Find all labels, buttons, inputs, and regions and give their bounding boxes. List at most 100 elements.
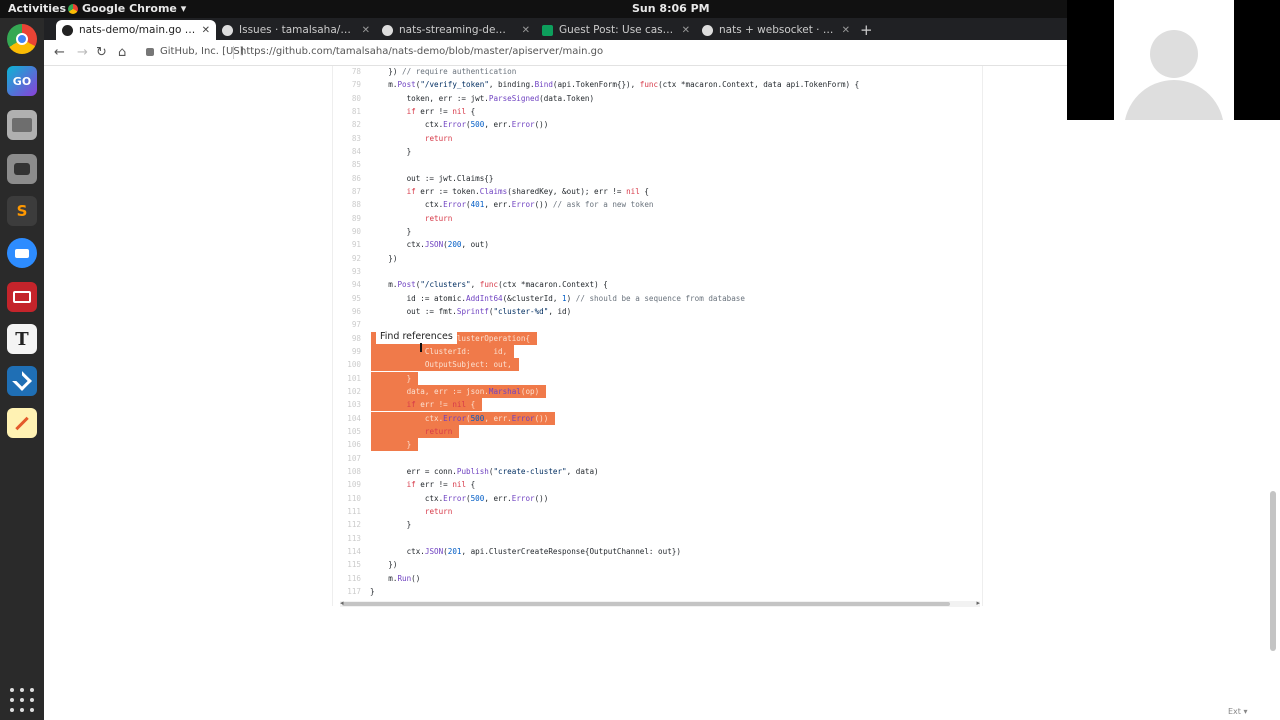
tab-nats-demo-main[interactable]: nats-demo/main.go at m ✕ — [56, 20, 216, 40]
code-line[interactable]: 110 ctx.Error(500, err.Error()) — [333, 492, 984, 505]
tab-guest-post[interactable]: Guest Post: Use cases for ✕ — [536, 20, 696, 40]
code-line[interactable]: 100 OutputSubject: out, — [333, 358, 984, 372]
code-line[interactable]: 117} — [333, 585, 984, 598]
back-icon[interactable]: ← — [54, 45, 65, 60]
line-number[interactable]: 81 — [335, 105, 361, 118]
forward-icon[interactable]: → — [77, 45, 88, 60]
app-menu[interactable]: Google Chrome ▾ — [68, 2, 186, 15]
scroll-left-icon[interactable]: ◂ — [340, 599, 344, 607]
notes-icon[interactable] — [7, 408, 37, 438]
line-number[interactable]: 96 — [335, 305, 361, 318]
close-icon[interactable]: ✕ — [522, 25, 530, 36]
sublime-icon[interactable]: S — [7, 196, 37, 226]
line-number[interactable]: 98 — [335, 332, 361, 345]
tab-issues-kube[interactable]: Issues · tamalsaha/kube- ✕ — [216, 20, 376, 40]
vscode-icon[interactable] — [7, 366, 37, 396]
code-line[interactable]: 109 if err != nil { — [333, 478, 984, 491]
line-number[interactable]: 94 — [335, 278, 361, 291]
tab-nats-streaming-demos[interactable]: nats-streaming-demos · I ✕ — [376, 20, 536, 40]
code-line[interactable]: 108 err = conn.Publish("create-cluster",… — [333, 465, 984, 478]
line-number[interactable]: 102 — [335, 385, 361, 398]
close-icon[interactable]: ✕ — [202, 25, 210, 36]
line-number[interactable]: 114 — [335, 545, 361, 558]
code-line[interactable]: 94 m.Post("/clusters", func(ctx *macaron… — [333, 278, 984, 291]
line-number[interactable]: 89 — [335, 212, 361, 225]
code-line[interactable]: 91 ctx.JSON(200, out) — [333, 238, 984, 251]
line-number[interactable]: 97 — [335, 318, 361, 331]
line-number[interactable]: 101 — [335, 372, 361, 385]
line-number[interactable]: 90 — [335, 225, 361, 238]
code-line[interactable]: 82 ctx.Error(500, err.Error()) — [333, 118, 984, 131]
clock[interactable]: Sun 8:06 PM — [632, 2, 710, 15]
horizontal-scroll-thumb[interactable] — [342, 602, 950, 606]
code-line[interactable]: 83 return — [333, 132, 984, 145]
code-line[interactable]: 81 if err != nil { — [333, 105, 984, 118]
code-line[interactable]: 80 token, err := jwt.ParseSigned(data.To… — [333, 92, 984, 105]
tab-nats-websocket[interactable]: nats + websocket · Issue # ✕ — [696, 20, 856, 40]
site-identity[interactable]: GitHub, Inc. [US] — [160, 46, 244, 57]
code-line[interactable]: 103 if err != nil { — [333, 398, 984, 412]
code-line[interactable]: 116 m.Run() — [333, 572, 984, 585]
code-line[interactable]: 93 — [333, 265, 984, 278]
code-line[interactable]: 112 } — [333, 518, 984, 531]
code-line[interactable]: 86 out := jwt.Claims{} — [333, 172, 984, 185]
line-number[interactable]: 88 — [335, 198, 361, 211]
code-line[interactable]: 113 — [333, 532, 984, 545]
chrome-icon[interactable] — [7, 24, 37, 54]
code-line[interactable]: 89 return — [333, 212, 984, 225]
code-line[interactable]: 107 — [333, 452, 984, 465]
line-number[interactable]: 111 — [335, 505, 361, 518]
ext-selector[interactable]: Ext ▾ — [1228, 707, 1247, 716]
line-number[interactable]: 105 — [335, 425, 361, 438]
code-line[interactable]: 95 id := atomic.AddInt64(&clusterId, 1) … — [333, 292, 984, 305]
line-number[interactable]: 84 — [335, 145, 361, 158]
code-line[interactable]: 104 ctx.Error(500, err.Error()) — [333, 411, 984, 425]
line-number[interactable]: 115 — [335, 558, 361, 571]
line-number[interactable]: 103 — [335, 398, 361, 411]
code-line[interactable]: 96 out := fmt.Sprintf("cluster-%d", id) — [333, 305, 984, 318]
address-bar[interactable]: https://github.com/tamalsaha/nats-demo/b… — [240, 46, 603, 57]
line-number[interactable]: 110 — [335, 492, 361, 505]
code-line[interactable]: 101 } — [333, 371, 984, 385]
typora-icon[interactable]: T — [7, 324, 37, 354]
line-number[interactable]: 79 — [335, 78, 361, 91]
home-icon[interactable]: ⌂ — [118, 45, 126, 60]
code-line[interactable]: 106 } — [333, 438, 984, 452]
line-number[interactable]: 109 — [335, 478, 361, 491]
line-number[interactable]: 116 — [335, 572, 361, 585]
vertical-scroll-thumb[interactable] — [1270, 491, 1276, 651]
reload-icon[interactable]: ↻ — [96, 45, 107, 60]
line-number[interactable]: 117 — [335, 585, 361, 598]
code-line[interactable]: 115 }) — [333, 558, 984, 571]
line-number[interactable]: 100 — [335, 358, 361, 371]
lock-icon[interactable] — [146, 48, 154, 56]
close-icon[interactable]: ✕ — [682, 25, 690, 36]
apps-grid-icon[interactable] — [10, 688, 34, 712]
line-number[interactable]: 113 — [335, 532, 361, 545]
line-number[interactable]: 92 — [335, 252, 361, 265]
terminal-icon[interactable] — [7, 282, 37, 312]
vertical-scrollbar[interactable] — [1270, 66, 1276, 720]
line-number[interactable]: 91 — [335, 238, 361, 251]
line-number[interactable]: 104 — [335, 412, 361, 425]
line-number[interactable]: 95 — [335, 292, 361, 305]
code-line[interactable]: 90 } — [333, 225, 984, 238]
code-line[interactable]: 84 } — [333, 145, 984, 158]
activities-button[interactable]: Activities — [8, 2, 66, 15]
line-number[interactable]: 87 — [335, 185, 361, 198]
code-line[interactable]: 88 ctx.Error(401, err.Error()) // ask fo… — [333, 198, 984, 211]
line-number[interactable]: 83 — [335, 132, 361, 145]
files-icon[interactable] — [7, 110, 37, 140]
line-number[interactable]: 107 — [335, 452, 361, 465]
scroll-right-icon[interactable]: ▸ — [976, 599, 980, 607]
horizontal-scrollbar[interactable]: ◂ ▸ — [340, 599, 980, 607]
zoom-icon[interactable] — [7, 238, 37, 268]
code-line[interactable]: 87 if err := token.Claims(sharedKey, &ou… — [333, 185, 984, 198]
line-number[interactable]: 108 — [335, 465, 361, 478]
line-number[interactable]: 112 — [335, 518, 361, 531]
close-icon[interactable]: ✕ — [362, 25, 370, 36]
line-number[interactable]: 99 — [335, 345, 361, 358]
code-line[interactable]: 102 data, err := json.Marshal(op) — [333, 384, 984, 398]
line-number[interactable]: 80 — [335, 92, 361, 105]
code-line[interactable]: 99 ClusterId: id, — [333, 344, 984, 358]
